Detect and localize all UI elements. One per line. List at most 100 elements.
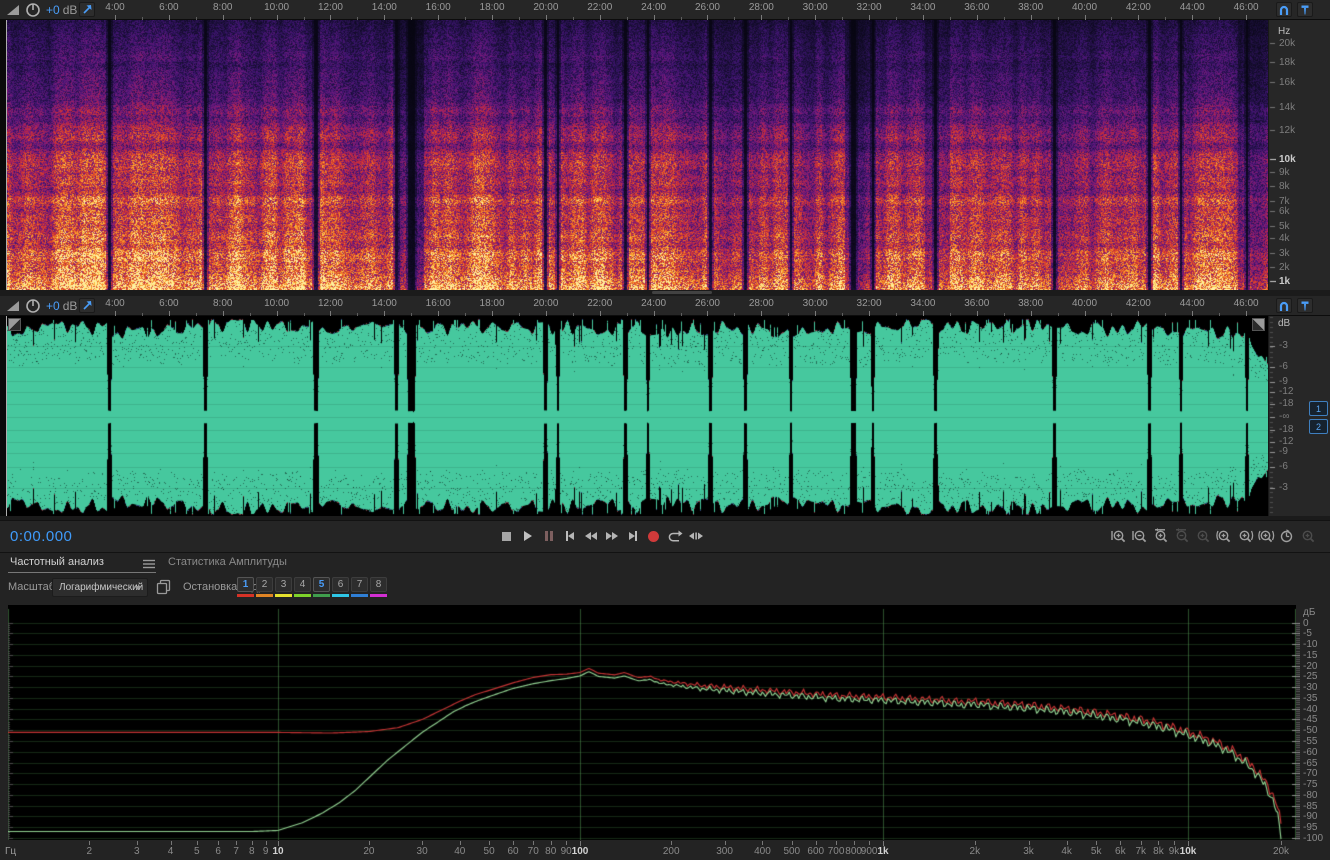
magnet-icon[interactable] <box>1276 298 1292 313</box>
channel-1-badge[interactable]: 1 <box>1309 401 1328 416</box>
play-button[interactable] <box>517 526 538 546</box>
hold-frame-1[interactable]: 1 <box>237 577 256 597</box>
hold-frame-2[interactable]: 2 <box>256 577 275 597</box>
amplitude-tick-label: -12 <box>1279 385 1294 397</box>
pushpin-icon[interactable] <box>1297 2 1313 17</box>
pushpin-icon[interactable] <box>1297 298 1313 313</box>
time-label: 34:00 <box>910 2 936 13</box>
frequency-tick-label: 8 <box>249 846 255 857</box>
amplitude-scale-title: dB <box>1278 318 1291 329</box>
hold-frame-button-5[interactable]: 5 <box>313 577 330 592</box>
hold-frame-button-2[interactable]: 2 <box>256 577 273 592</box>
timeline-ruler[interactable]: 4:00 6:00 8:00 10:00 12:00 14:00 16:00 18:00 20:… <box>0 0 1265 20</box>
timeline-ruler[interactable]: 4:00 6:00 8:00 10:00 12:00 14:00 16:00 18:00 20:… <box>0 296 1265 316</box>
skip-to-start-button[interactable] <box>559 526 580 546</box>
frequency-tick <box>196 841 198 845</box>
frequency-tick <box>1028 841 1030 845</box>
hold-frame-button-8[interactable]: 8 <box>370 577 387 592</box>
record-button[interactable] <box>643 526 664 546</box>
zoom-in-full-button[interactable] <box>1150 526 1171 546</box>
frequency-tick-label: 700 <box>827 846 845 857</box>
zoom-tool-button[interactable] <box>1297 526 1318 546</box>
pause-button[interactable] <box>538 526 559 546</box>
db-tick-label: -95 <box>1303 822 1318 834</box>
hold-frame-button-1[interactable]: 1 <box>237 577 254 592</box>
amplitude-tick-label: -6 <box>1279 360 1288 372</box>
amplitude-tick-label: -∞ <box>1279 411 1290 422</box>
time-display[interactable]: 0:00.000 <box>10 528 72 545</box>
hold-frame-3[interactable]: 3 <box>275 577 294 597</box>
tab-frequency-analysis[interactable]: Частотный анализ <box>10 556 104 568</box>
frequency-tick-label: 300 <box>716 846 733 857</box>
tab-amplitude-statistics[interactable]: Статистика Амплитуды <box>168 556 287 568</box>
frequency-tick <box>251 841 253 845</box>
hold-frame-button-4[interactable]: 4 <box>294 577 311 592</box>
loop-playback-button[interactable] <box>664 526 685 546</box>
frequency-tick <box>1096 841 1098 845</box>
frequency-tick-label: 5k <box>1090 846 1102 857</box>
hold-frame-8[interactable]: 8 <box>370 577 389 597</box>
frequency-tick-label: 600 <box>807 846 825 857</box>
frequency-tick-label: 7 <box>233 846 239 857</box>
hold-frame-6[interactable]: 6 <box>332 577 351 597</box>
zoom-to-selection-button[interactable] <box>1255 526 1276 546</box>
channel-2-badge[interactable]: 2 <box>1309 419 1328 434</box>
time-label: 40:00 <box>1071 298 1098 309</box>
frequency-tick-label: 10 <box>272 846 284 857</box>
hold-frame-4[interactable]: 4 <box>294 577 313 597</box>
zoom-in-at-out-point-button[interactable] <box>1234 526 1255 546</box>
hold-frame-5[interactable]: 5 <box>313 577 332 597</box>
fade-in-handle[interactable] <box>8 318 21 331</box>
splitter-handle[interactable] <box>652 291 712 294</box>
hold-frame-button-6[interactable]: 6 <box>332 577 349 592</box>
time-label: 32:00 <box>856 298 882 309</box>
zoom-out-full-button[interactable] <box>1171 526 1192 546</box>
frequency-tick-label: 100 <box>571 846 589 857</box>
stop-button[interactable] <box>496 526 517 546</box>
zoom-in-time-button[interactable] <box>1108 526 1129 546</box>
frequency-tick <box>550 841 552 845</box>
playhead[interactable] <box>6 20 7 290</box>
skip-selection-button[interactable] <box>685 526 706 546</box>
spectrogram-display[interactable] <box>7 20 1268 290</box>
rewind-button[interactable] <box>580 526 601 546</box>
db-tick-label: -5 <box>1303 628 1312 640</box>
hold-frame-button-3[interactable]: 3 <box>275 577 292 592</box>
db-tick-label: -55 <box>1303 736 1318 748</box>
magnet-icon[interactable] <box>1276 2 1292 17</box>
frequency-scale[interactable]: Hz 20k 18k 16k 14k 12k 10k 9k 8k 7k 6k 5k 4k 3k 2k 1k <box>1268 20 1330 290</box>
frequency-tick-label: 1k <box>877 846 889 857</box>
waveform-display[interactable] <box>7 316 1268 516</box>
time-label: 36:00 <box>964 298 990 309</box>
panel-menu-icon[interactable] <box>143 559 155 569</box>
frequency-tick-label: 80 <box>545 846 557 857</box>
time-label: 8:00 <box>213 2 233 13</box>
time-label: 44:00 <box>1179 298 1205 309</box>
frequency-tick <box>513 841 514 845</box>
frequency-tick-label: 1k <box>1279 276 1291 287</box>
copy-frames-button[interactable] <box>156 579 172 595</box>
fade-out-handle[interactable] <box>1252 318 1265 331</box>
time-label: 32:00 <box>856 2 882 13</box>
scale-dropdown[interactable]: Логарифмический <box>52 578 148 597</box>
time-label: 4:00 <box>105 2 125 13</box>
zoom-in-at-in-point-button[interactable] <box>1213 526 1234 546</box>
frequency-tick <box>236 841 238 845</box>
frequency-tick <box>1174 841 1176 845</box>
hold-frame-color-bar <box>370 594 387 597</box>
restore-default-zoom-button[interactable] <box>1276 526 1297 546</box>
frequency-tick-label: 4k <box>1061 846 1072 857</box>
hold-frame-button-7[interactable]: 7 <box>351 577 368 592</box>
time-label: 12:00 <box>317 298 343 309</box>
frequency-chart <box>8 605 1296 840</box>
skip-to-end-button[interactable] <box>622 526 643 546</box>
zoom-amplitude-button[interactable] <box>1192 526 1213 546</box>
hold-frame-7[interactable]: 7 <box>351 577 370 597</box>
db-tick-label: -80 <box>1303 789 1318 801</box>
amplitude-scale[interactable]: dB 1 2 -3 -6 -9 -12 -18 -∞ -18 -12 -9 -6 -3 <box>1268 316 1330 516</box>
frequency-tick-label: 18k <box>1279 57 1296 68</box>
zoom-out-time-button[interactable] <box>1129 526 1150 546</box>
fast-forward-button[interactable] <box>601 526 622 546</box>
playhead[interactable] <box>6 316 7 516</box>
frequency-tick-label: 14k <box>1279 102 1296 113</box>
